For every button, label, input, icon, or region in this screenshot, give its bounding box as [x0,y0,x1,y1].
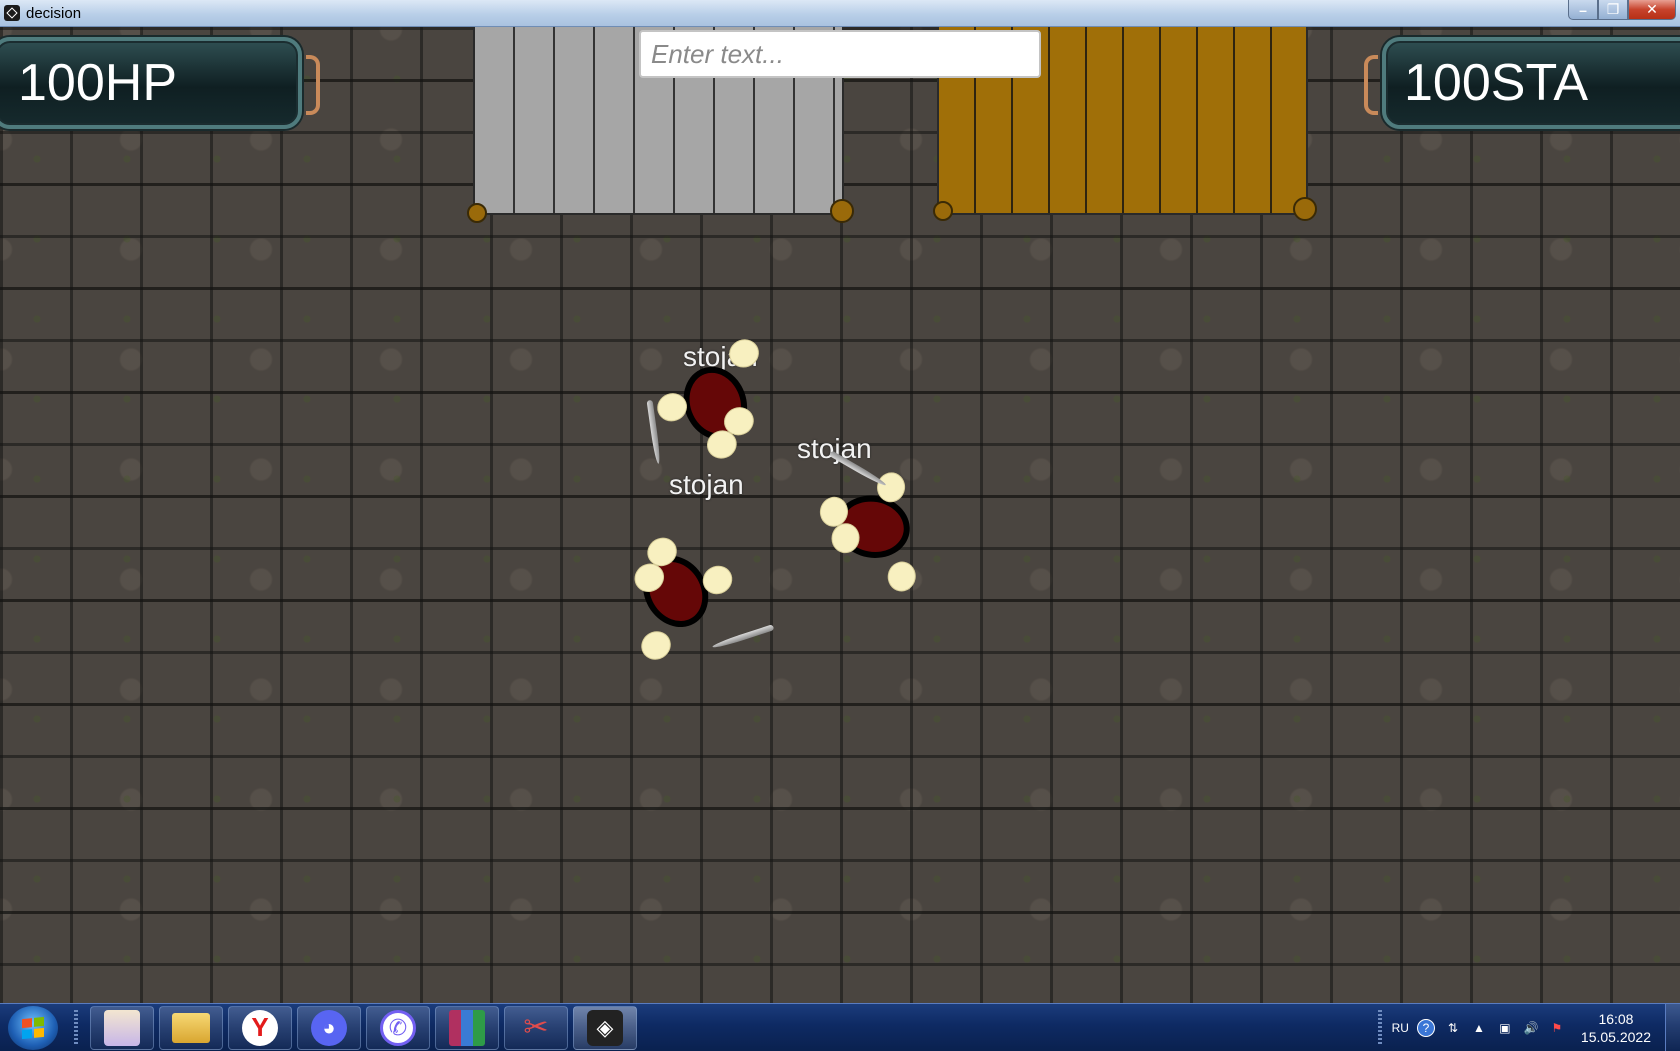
window-titlebar: decision – ❐ ✕ [0,0,1680,27]
clock[interactable]: 16:08 15.05.2022 [1581,1010,1651,1046]
volume-icon[interactable]: 🔊 [1523,1020,1539,1036]
minimize-button[interactable]: – [1568,0,1598,20]
player-hand [636,625,677,666]
window-controls: – ❐ ✕ [1568,0,1676,20]
health-value: 100HP [18,54,177,112]
panel-bracket [306,55,320,115]
network-status-icon[interactable]: ⇅ [1445,1020,1461,1036]
stamina-panel: 100STA [1364,37,1680,129]
unity-app-icon [4,5,20,21]
taskbar-app-yandex[interactable]: Y [228,1005,292,1050]
show-desktop-button[interactable] [1665,1004,1680,1051]
taskbar-app-unity[interactable]: ◈ [573,1005,637,1050]
stamina-value: 100STA [1404,54,1589,112]
taskbar-separator [1377,1009,1382,1046]
bolt-icon [830,199,854,223]
maximize-button[interactable]: ❐ [1598,0,1628,20]
chat-input[interactable] [639,30,1041,78]
clock-date: 15.05.2022 [1580,1028,1651,1045]
network-icon[interactable]: ▣ [1497,1020,1513,1036]
window-title: decision [26,4,82,22]
action-center-flag-icon[interactable]: ⚑ [1549,1020,1565,1036]
anime-app-icon [104,1009,140,1046]
taskbar-app-winrar[interactable] [435,1005,499,1050]
player-hand [725,335,763,372]
taskbar-app-anime[interactable] [90,1005,154,1050]
bolt-icon [933,201,953,221]
player-character[interactable] [622,307,801,486]
clock-time: 16:08 [1598,1010,1634,1027]
discord-icon: ◕ [311,1009,347,1046]
close-button[interactable]: ✕ [1628,0,1676,20]
taskbar-app-snipping[interactable]: ✂ [504,1005,568,1050]
bolt-icon [467,203,487,223]
health-panel: 100HP [0,37,320,129]
help-icon[interactable]: ? [1416,1018,1435,1037]
folder-icon [172,1012,210,1043]
taskbar: Y ◕ ✆ ✂ ◈ RU ? ⇅ ▲ ▣ 🔊 ⚑ 16:08 15.05.202… [0,1003,1680,1051]
taskbar-app-viber[interactable]: ✆ [366,1005,430,1050]
show-hidden-icons-icon[interactable]: ▲ [1471,1020,1487,1036]
windows-logo-icon [22,1016,44,1039]
system-tray: RU ? ⇅ ▲ ▣ 🔊 ⚑ 16:08 15.05.2022 [1377,1004,1680,1051]
language-indicator[interactable]: RU [1392,1021,1409,1035]
game-viewport[interactable]: 100HP 100STA stojan stojan stojan [0,27,1680,1003]
player-character[interactable] [584,501,775,692]
snipping-tool-icon: ✂ [523,1011,549,1044]
taskbar-app-discord[interactable]: ◕ [297,1005,361,1050]
player-name: stojan [669,469,744,500]
panel-bracket [1364,55,1378,115]
start-button[interactable] [8,1005,58,1050]
viber-icon: ✆ [380,1009,416,1046]
taskbar-app-explorer[interactable] [159,1005,223,1050]
bolt-icon [1293,197,1317,221]
winrar-icon [449,1009,485,1046]
player-character[interactable] [799,446,961,608]
player-hand [885,559,919,594]
yandex-icon: Y [242,1009,278,1046]
unity-icon: ◈ [587,1009,623,1046]
taskbar-separator [74,1009,78,1046]
